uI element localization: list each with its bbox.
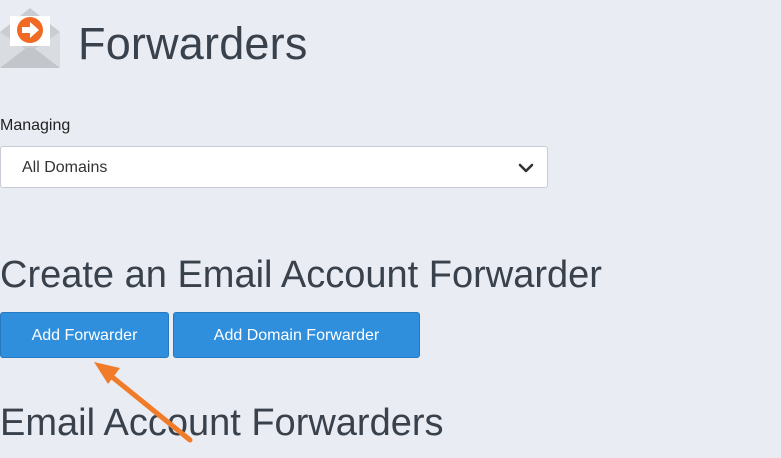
page-title: Forwarders	[78, 18, 308, 69]
forwarder-envelope-icon	[0, 8, 60, 68]
page-header: Forwarders	[0, 0, 781, 90]
domain-select-value: All Domains	[22, 159, 108, 176]
create-forwarder-heading: Create an Email Account Forwarder	[0, 254, 602, 296]
email-account-forwarders-heading: Email Account Forwarders	[0, 402, 444, 444]
domain-select[interactable]: All Domains	[0, 146, 548, 188]
add-forwarder-button[interactable]: Add Forwarder	[0, 312, 169, 358]
add-domain-forwarder-button[interactable]: Add Domain Forwarder	[173, 312, 420, 358]
forwarders-page: Forwarders Managing All Domains Create a…	[0, 0, 781, 458]
managing-label: Managing	[0, 117, 71, 134]
chevron-down-icon	[518, 163, 534, 173]
